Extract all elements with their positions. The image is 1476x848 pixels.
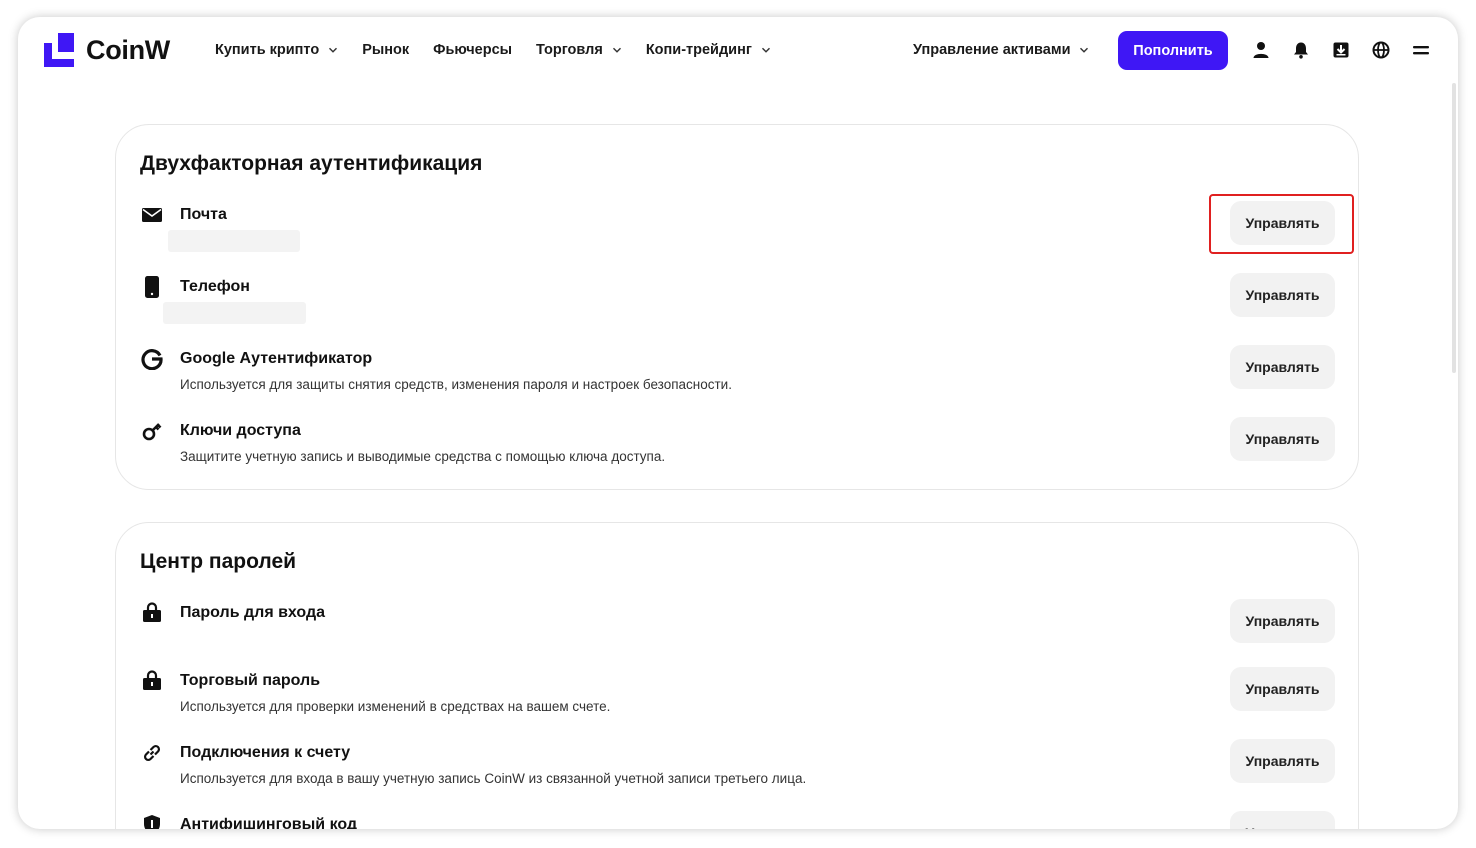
two-factor-card: Двухфакторная аутентификация Почта Управ… xyxy=(115,124,1359,490)
list-item-trading-password: Торговый пароль Используется для проверк… xyxy=(116,670,1360,730)
item-description: Используется для защиты снятия средств, … xyxy=(180,377,732,392)
chevron-down-icon xyxy=(329,47,338,53)
item-description: Защитите учетную запись и выводимые сред… xyxy=(180,449,666,464)
item-title: Антифишинговый код xyxy=(180,816,358,829)
item-description: Используется для проверки изменений в ср… xyxy=(180,699,611,714)
list-item-mail: Почта xyxy=(116,204,1360,264)
app-name: CoinW xyxy=(86,34,170,65)
user-icon[interactable] xyxy=(1252,41,1270,59)
list-item-phone: Телефон xyxy=(116,276,1360,336)
chevron-down-icon xyxy=(1080,47,1089,53)
nav-label: Купить крипто xyxy=(215,42,320,58)
globe-icon[interactable] xyxy=(1372,41,1390,59)
phone-icon xyxy=(145,276,159,298)
list-item-login-password: Пароль для входа xyxy=(116,602,1360,662)
list-item-account-connections: Подключения к счету Используется для вхо… xyxy=(116,742,1360,802)
nav-market[interactable]: Рынок xyxy=(362,42,409,58)
item-title: Ключи доступа xyxy=(180,422,301,439)
section-title: Двухфакторная аутентификация xyxy=(140,152,483,175)
manage-google-auth-button[interactable]: Управлять xyxy=(1230,345,1335,389)
nav-buy-crypto[interactable]: Купить крипто xyxy=(215,42,338,58)
item-title: Google Аутентификатор xyxy=(180,350,373,367)
manage-account-connections-button[interactable]: Управлять xyxy=(1230,739,1335,783)
lock-icon xyxy=(143,670,161,690)
item-title: Пароль для входа xyxy=(180,604,326,621)
manage-login-password-button[interactable]: Управлять xyxy=(1230,599,1335,643)
item-description: Используется для входа в вашу учетную за… xyxy=(180,771,807,786)
hidden-email-value xyxy=(168,230,300,252)
nav-label: Фьючерсы xyxy=(433,42,513,58)
manage-mail-button[interactable]: Управлять xyxy=(1230,201,1335,245)
item-title: Телефон xyxy=(180,278,250,295)
bell-icon[interactable] xyxy=(1292,41,1310,59)
main-nav: Купить крипто Рынок Фьючерсы Торговля Ко… xyxy=(215,17,795,83)
nav-label: Копи-трейдинг xyxy=(645,42,752,58)
download-icon[interactable] xyxy=(1332,41,1350,59)
section-title: Центр паролей xyxy=(140,550,297,573)
link-icon xyxy=(143,744,161,762)
nav-futures[interactable]: Фьючерсы xyxy=(433,42,512,58)
list-item-anti-phishing: Антифишинговый код xyxy=(116,814,1360,829)
nav-label: Управление активами xyxy=(913,42,1071,58)
list-item-google-auth: Google Аутентификатор Используется для з… xyxy=(116,348,1360,408)
lock-icon xyxy=(143,602,161,622)
top-navbar: CoinW Купить крипто Рынок Фьючерсы Торго… xyxy=(18,17,1458,83)
manage-anti-phishing-button[interactable]: Управлять xyxy=(1230,811,1335,829)
key-icon xyxy=(142,423,162,441)
item-title: Торговый пароль xyxy=(180,672,321,689)
google-icon xyxy=(141,349,163,370)
hidden-phone-value xyxy=(163,302,306,324)
manage-passkeys-button[interactable]: Управлять xyxy=(1230,417,1335,461)
list-item-passkeys: Ключи доступа Защитите учетную запись и … xyxy=(116,420,1360,480)
coinw-logo[interactable]: CoinW xyxy=(44,33,170,67)
manage-trading-password-button[interactable]: Управлять xyxy=(1230,667,1335,711)
shield-icon xyxy=(144,815,160,829)
password-center-card: Центр паролей Пароль для входа Управлять… xyxy=(115,522,1359,829)
chevron-down-icon xyxy=(612,47,621,53)
nav-label: Торговля xyxy=(536,42,603,58)
mail-icon xyxy=(142,208,162,222)
manage-phone-button[interactable]: Управлять xyxy=(1230,273,1335,317)
coinw-logo-icon xyxy=(44,33,74,67)
item-title: Подключения к счету xyxy=(180,744,351,761)
page-scrollbar[interactable] xyxy=(1452,83,1456,373)
chevron-down-icon xyxy=(761,47,770,53)
browser-window: CoinW Купить крипто Рынок Фьючерсы Торго… xyxy=(18,17,1458,829)
item-title: Почта xyxy=(180,206,227,223)
deposit-button[interactable]: Пополнить xyxy=(1118,31,1228,70)
nav-asset-management[interactable]: Управление активами xyxy=(913,17,1089,83)
nav-trading[interactable]: Торговля xyxy=(536,42,622,58)
menu-icon[interactable] xyxy=(1412,41,1430,59)
nav-copy-trading[interactable]: Копи-трейдинг xyxy=(646,42,771,58)
nav-label: Рынок xyxy=(362,42,410,58)
